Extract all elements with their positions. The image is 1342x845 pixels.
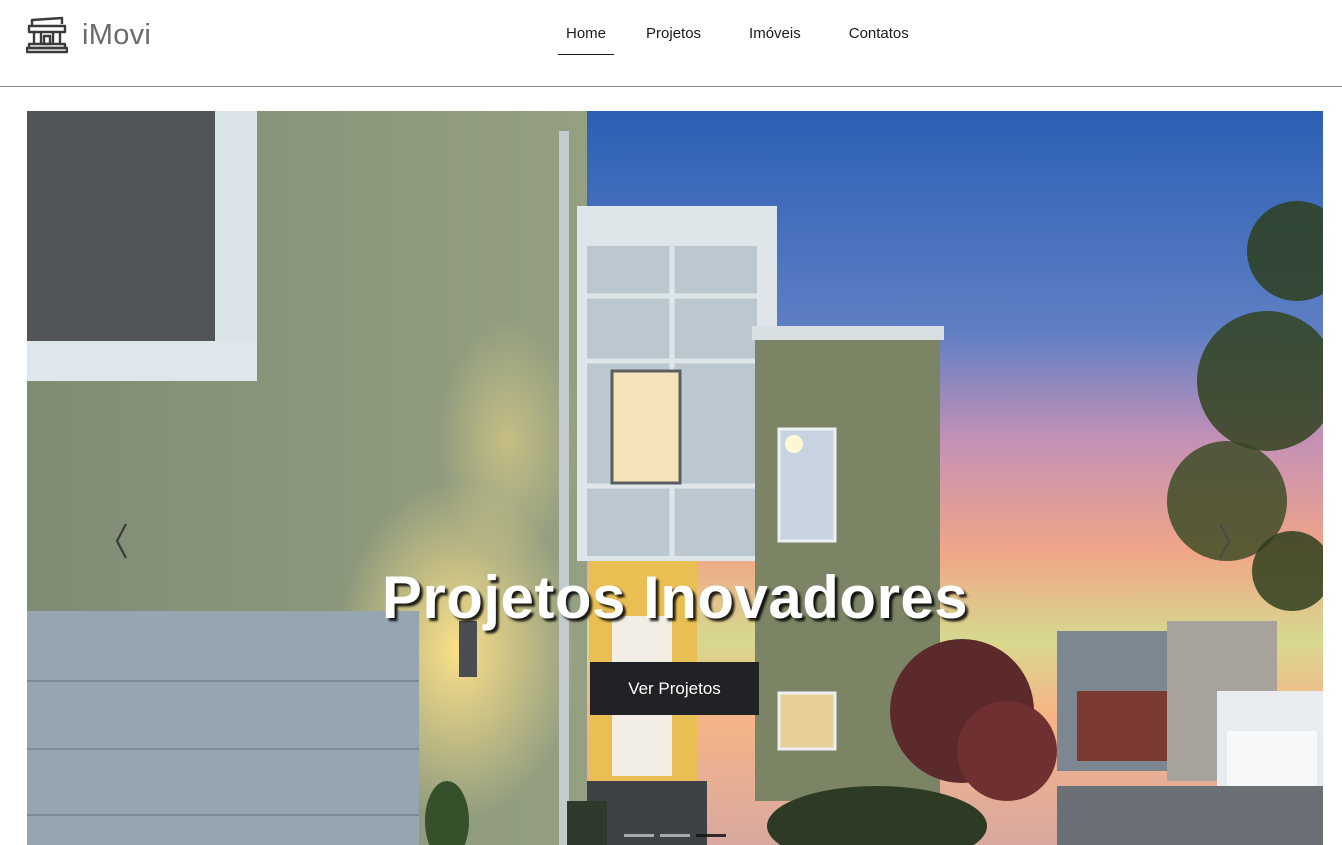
carousel-prev-button[interactable]	[111, 518, 133, 564]
hero-house-photo	[27, 111, 1323, 845]
brand-logo-link[interactable]: iMovi	[26, 16, 151, 54]
carousel-indicator-1[interactable]	[624, 834, 654, 837]
site-header: iMovi Home Projetos Imóveis Contatos	[0, 0, 1342, 87]
nav-item-contatos[interactable]: Contatos	[849, 14, 909, 55]
carousel-next-button[interactable]	[1213, 518, 1235, 564]
brand-name: iMovi	[82, 18, 152, 51]
nav-item-home[interactable]: Home	[558, 14, 615, 55]
ver-projetos-button[interactable]: Ver Projetos	[590, 662, 759, 715]
nav-item-imoveis[interactable]: Imóveis	[749, 14, 801, 55]
chevron-right-icon	[1219, 523, 1231, 559]
nav-item-projetos[interactable]: Projetos	[646, 14, 701, 55]
main-nav: Home Projetos Imóveis Contatos	[558, 14, 909, 55]
carousel-indicator-2[interactable]	[660, 834, 690, 837]
building-icon	[26, 16, 68, 54]
hero-title: Projetos Inovadores	[381, 564, 969, 631]
hero-carousel: Projetos Inovadores Ver Projetos	[27, 111, 1323, 845]
carousel-indicators	[624, 834, 732, 837]
chevron-left-icon	[115, 523, 127, 559]
carousel-indicator-3[interactable]	[696, 834, 726, 837]
